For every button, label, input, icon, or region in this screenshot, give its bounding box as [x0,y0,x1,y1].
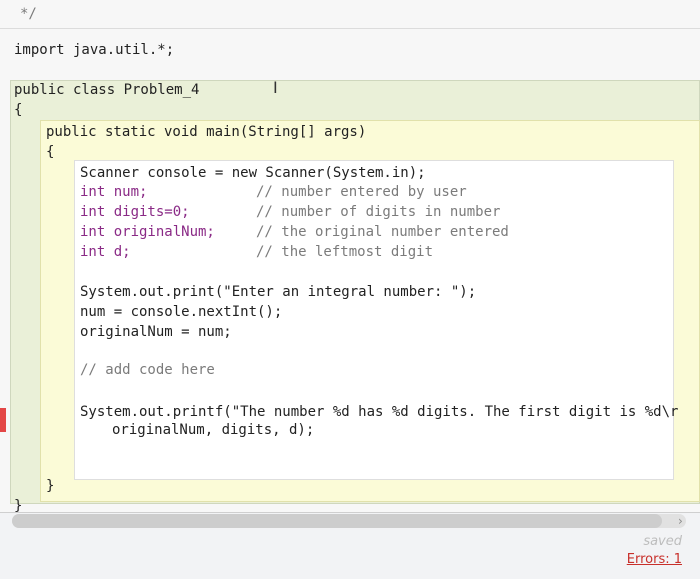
add-code-comment: // add code here [80,362,215,378]
code-editor[interactable]: */ import java.util.*; public class Prob… [0,0,700,514]
import-line: import java.util.*; [14,42,175,58]
method-declaration: public static void main(String[] args) [46,124,367,140]
printf-args-line: originalNum, digits, d); [112,422,315,438]
class-brace-open: { [14,102,23,118]
method-brace-close: } [46,478,55,494]
comment-digits: // number of digits in number [256,204,501,220]
printf-line: System.out.printf("The number %d has %d … [80,404,679,420]
class-brace-close: } [14,498,23,514]
method-brace-open: { [46,144,55,160]
read-input-line: num = console.nextInt(); [80,304,283,320]
int-d-line: int d; [80,244,131,260]
scanner-line: Scanner console = new Scanner(System.in)… [80,165,426,181]
scroll-thumb[interactable] [12,514,662,528]
int-num-line: int num; [80,184,148,200]
comment-original: // the original number entered [256,224,509,240]
comment-end: */ [20,6,37,22]
comment-leftmost: // the leftmost digit [256,244,434,260]
int-digits-line: int digits=0; [80,204,190,220]
class-declaration: public class Problem_4 [14,82,200,98]
print-prompt-line: System.out.print("Enter an integral numb… [80,284,477,300]
int-originalnum-line: int originalNum; [80,224,215,240]
assign-original-line: originalNum = num; [80,324,232,340]
text-cursor-icon: I [273,78,278,97]
error-marker [0,408,6,432]
comment-num: // number entered by user [256,184,467,200]
comment-line: */ [0,0,700,29]
scroll-right-icon[interactable]: › [678,514,694,528]
errors-link[interactable]: Errors: 1 [627,552,682,567]
saved-status: saved [643,534,682,549]
